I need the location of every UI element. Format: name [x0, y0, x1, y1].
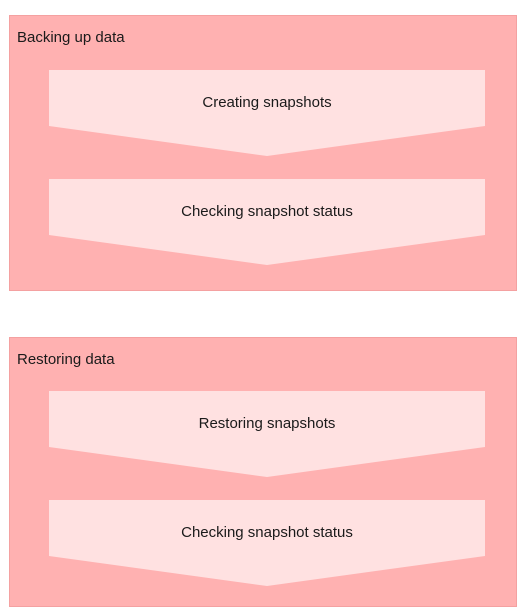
step-label: Checking snapshot status: [181, 203, 353, 220]
chevron-arrow-shape: [49, 391, 485, 477]
section-title: Backing up data: [17, 29, 125, 46]
step-checking-snapshot-status: Checking snapshot status: [49, 179, 485, 265]
section-title: Restoring data: [17, 351, 115, 368]
chevron-arrow-shape: [49, 500, 485, 586]
step-checking-snapshot-status: Checking snapshot status: [49, 500, 485, 586]
step-creating-snapshots: Creating snapshots: [49, 70, 485, 156]
section-backing-up-data: Backing up data Creating snapshots Check…: [9, 15, 517, 291]
chevron-arrow-shape: [49, 179, 485, 265]
step-label: Creating snapshots: [202, 94, 332, 111]
step-label: Restoring snapshots: [198, 415, 336, 432]
step-restoring-snapshots: Restoring snapshots: [49, 391, 485, 477]
chevron-arrow-shape: [49, 70, 485, 156]
step-label: Checking snapshot status: [181, 524, 353, 541]
section-restoring-data: Restoring data Restoring snapshots Check…: [9, 337, 517, 607]
